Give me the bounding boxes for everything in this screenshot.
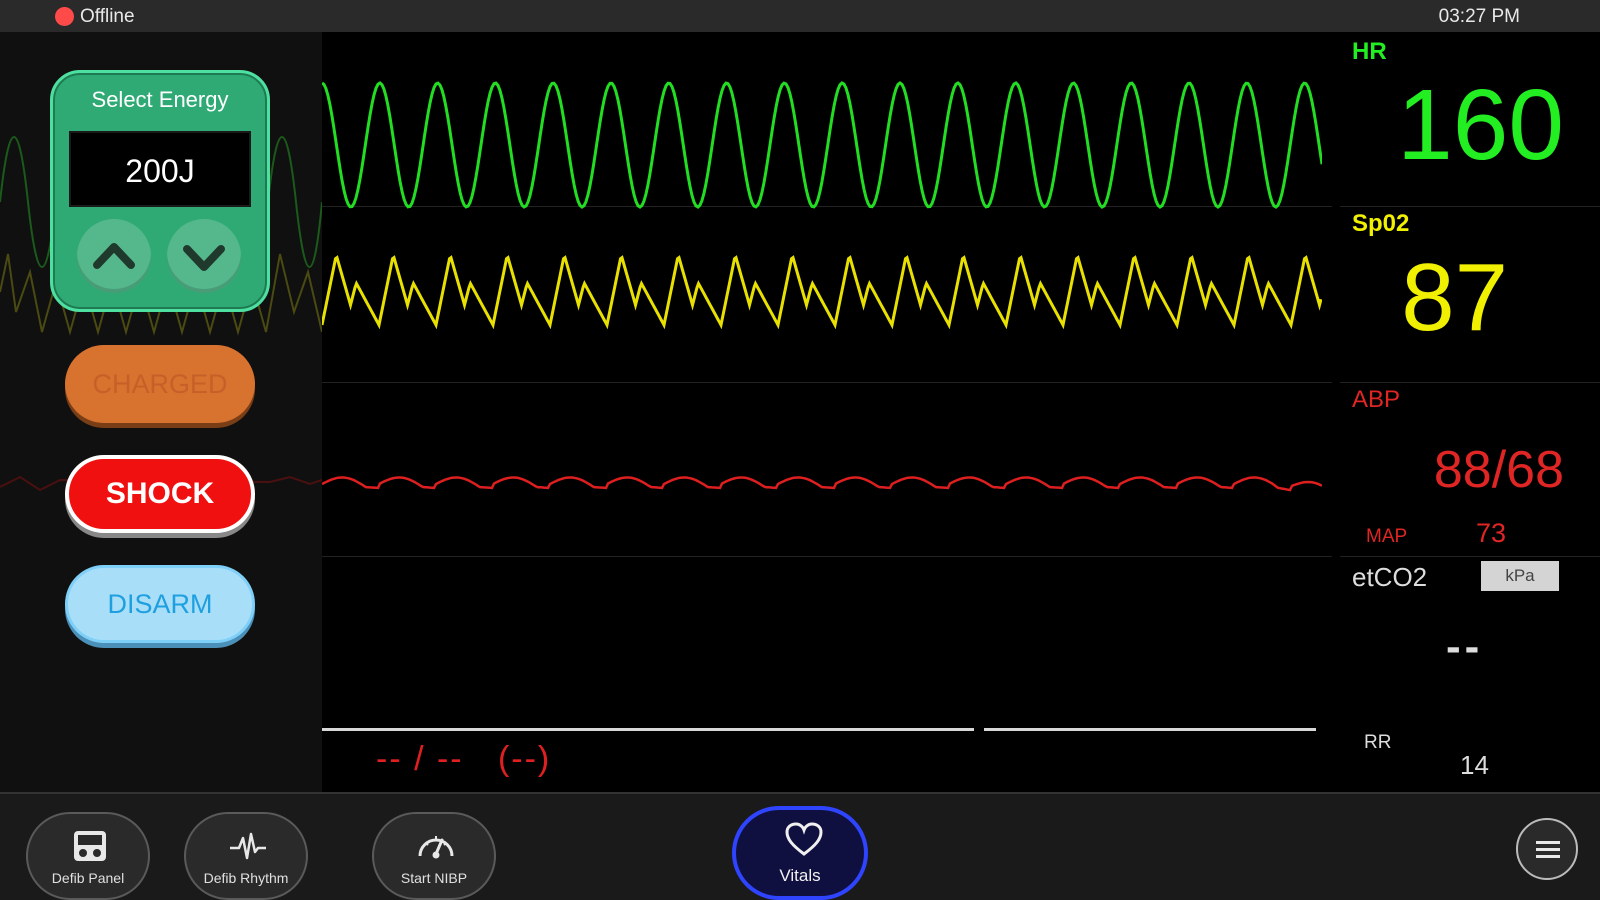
connection-status: Offline [80,6,135,27]
unit-toggle-button[interactable]: kPa [1481,561,1559,591]
defib-panel-label: Defib Panel [51,870,125,886]
spo2-waveform [322,255,1322,330]
hr-label: HR [1352,38,1387,65]
energy-display: 200J [69,131,251,207]
hamburger-menu-icon [1536,841,1560,858]
menu-button[interactable] [1516,818,1578,880]
abp-label: ABP [1352,386,1401,413]
heart-icon [785,822,823,856]
clock-time: 03:27 PM [1438,6,1520,27]
shock-button[interactable]: SHOCK [65,455,255,533]
spo2-label: Sp02 [1352,210,1410,237]
chevron-up-icon [93,243,135,269]
energy-down-button[interactable] [167,219,241,293]
vitals-label: Vitals [779,866,821,885]
vitals-separator [1340,206,1600,207]
energy-up-button[interactable] [77,219,151,293]
rr-value: 14 [1460,750,1489,780]
energy-selector: Select Energy 200J [50,70,270,312]
etco2-value: -- [1446,622,1484,671]
etco2-baseline [984,728,1316,731]
gauge-icon [418,836,454,859]
status-bar: Offline 03:27 PM [0,0,1600,32]
map-label: MAP [1366,526,1408,547]
charged-button[interactable]: CHARGED [65,345,255,423]
map-value: 73 [1476,518,1507,548]
chevron-down-icon [183,245,225,271]
wave-separator [322,382,1332,383]
rr-label: RR [1364,732,1392,753]
etco2-baseline [322,728,974,731]
hr-waveform [322,81,1322,209]
energy-title: Select Energy [91,87,229,112]
hr-value: 160 [1397,69,1564,181]
defib-panel-button[interactable]: Defib Panel [26,812,150,900]
energy-value: 200J [125,153,195,189]
defibrillator-icon [74,831,106,861]
disarm-button[interactable]: DISARM [65,565,255,643]
defib-rhythm-label: Defib Rhythm [203,870,289,886]
defib-rhythm-button[interactable]: Defib Rhythm [184,812,308,900]
vitals-button[interactable]: Vitals [732,806,868,900]
abp-waveform [322,476,1322,492]
start-nibp-label: Start NIBP [400,870,468,886]
offline-indicator-dot [55,7,74,26]
start-nibp-button[interactable]: Start NIBP [372,812,496,900]
nibp-readout: -- / -- (--) [376,740,552,778]
spo2-value: 87 [1401,244,1508,351]
etco2-label: etCO2 [1352,562,1428,592]
wave-separator [322,556,1332,557]
abp-value: 88/68 [1433,441,1564,499]
pulse-wave-icon [230,832,266,860]
vitals-separator [1340,556,1600,557]
vitals-separator [1340,382,1600,383]
